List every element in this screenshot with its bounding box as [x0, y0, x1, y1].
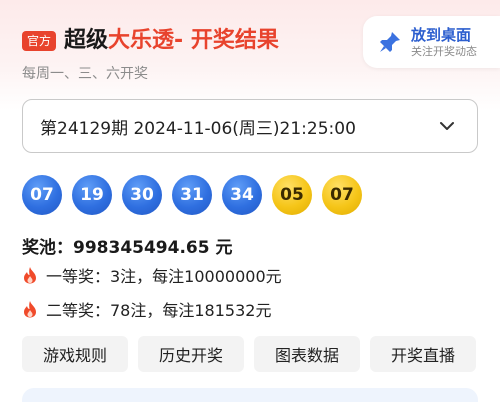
prize-pool: 奖池：998345494.65 元 — [22, 238, 233, 258]
chart-data-button[interactable]: 图表数据 — [254, 336, 360, 372]
add-to-desktop-button[interactable]: 放到桌面 关注开奖动态 — [363, 16, 500, 68]
first-prize-row: 一等奖：3注，每注10000000元 — [22, 263, 282, 287]
page-title: 官方 超级 大乐透 - 开奖结果 — [22, 26, 279, 56]
winning-numbers: 07 19 30 31 34 05 07 — [22, 175, 372, 215]
draw-period-value: 第24129期 2024-11-06(周三)21:25:00 — [40, 118, 356, 139]
title-lottery-name: 大乐透 — [108, 28, 175, 53]
pin-icon — [377, 29, 403, 55]
official-badge: 官方 — [22, 31, 57, 51]
action-bar: 游戏规则 历史开奖 图表数据 开奖直播 — [22, 336, 476, 372]
front-ball: 19 — [72, 175, 112, 215]
back-ball: 07 — [322, 175, 362, 215]
front-ball: 30 — [122, 175, 162, 215]
game-rules-button[interactable]: 游戏规则 — [22, 336, 128, 372]
second-prize-row: 二等奖：78注，每注181532元 — [22, 297, 271, 321]
title-lottery-prefix: 超级 — [64, 28, 109, 53]
draw-history-button[interactable]: 历史开奖 — [138, 336, 244, 372]
front-ball: 31 — [172, 175, 212, 215]
add-to-desktop-label: 放到桌面 — [411, 26, 472, 44]
follow-updates-label: 关注开奖动态 — [411, 45, 477, 58]
front-ball: 07 — [22, 175, 62, 215]
fire-icon — [22, 266, 38, 284]
title-result-suffix: - 开奖结果 — [174, 28, 279, 53]
next-section-card — [22, 388, 478, 402]
draw-schedule: 每周一、三、六开奖 — [22, 66, 148, 82]
live-draw-button[interactable]: 开奖直播 — [370, 336, 476, 372]
back-ball: 05 — [272, 175, 312, 215]
draw-period-select[interactable]: 第24129期 2024-11-06(周三)21:25:00 — [22, 99, 478, 153]
first-prize-text: 一等奖：3注，每注10000000元 — [46, 267, 282, 286]
chevron-down-icon — [439, 118, 455, 134]
fire-icon — [22, 300, 38, 318]
second-prize-text: 二等奖：78注，每注181532元 — [46, 301, 272, 320]
front-ball: 34 — [222, 175, 262, 215]
